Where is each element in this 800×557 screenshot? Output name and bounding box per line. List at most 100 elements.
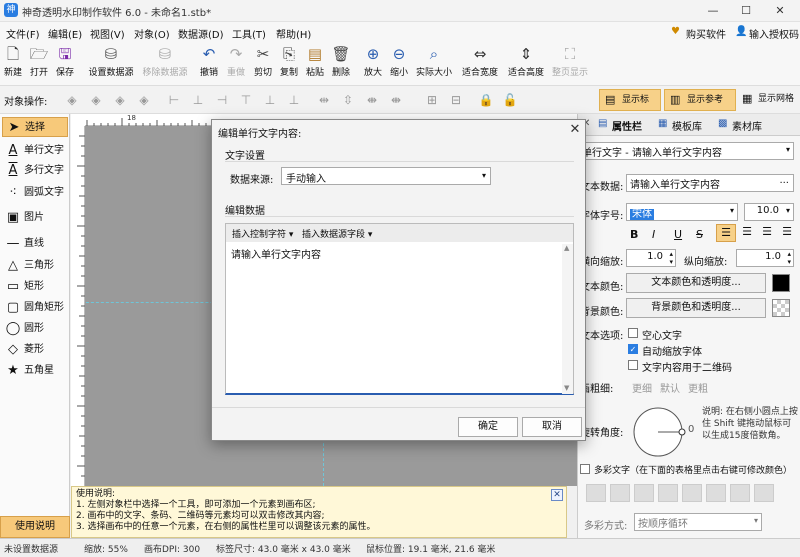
rotate-dial[interactable] [630,404,686,460]
tool-image[interactable]: ▣ 图片 [2,208,68,228]
enter-license-link[interactable]: 输入授权码 [749,26,799,41]
tab-templates[interactable]: 模板库 [672,118,702,133]
color-cell[interactable] [730,484,750,502]
vscale-input[interactable]: 1.0 ▴ ▾ [736,249,794,267]
align-bottom-icon[interactable]: ⊥ [286,92,302,108]
fit-width-button[interactable]: ⇔ 适合宽度 [459,44,501,84]
color-cell[interactable] [610,484,630,502]
align-left-icon[interactable]: ⊢ [166,92,182,108]
zoom-in-button[interactable]: ⊕ 放大 [362,44,384,84]
tab-properties[interactable]: 属性栏 [612,118,642,133]
tool-triangle[interactable]: △ 三角形 [2,256,68,276]
align-center-icon[interactable]: ⊥ [190,92,206,108]
menu-view[interactable]: 视图(V) [90,26,125,41]
tool-star[interactable]: ★ 五角星 [2,361,68,381]
text-color-button[interactable]: 文本颜色和透明度... [626,273,766,293]
tool-arc-text[interactable]: ⁖ 圆弧文字 [2,183,68,203]
tool-rectangle[interactable]: ▭ 矩形 [2,277,68,297]
layer-top-icon[interactable]: ◈ [64,92,80,108]
color-cell[interactable] [682,484,702,502]
color-cell[interactable] [658,484,678,502]
copy-button[interactable]: ⎘ 复制 [278,44,300,84]
align-right-icon[interactable]: ⊣ [214,92,230,108]
tab-materials[interactable]: 素材库 [732,118,762,133]
align-text-justify-icon[interactable]: ☰ [778,224,796,242]
weight-default[interactable]: 默认 [660,380,680,395]
color-cell[interactable] [706,484,726,502]
align-top-icon[interactable]: ⊤ [238,92,254,108]
insert-control-char-button[interactable]: 插入控制字符 ▾ [232,227,293,240]
dialog-close-button[interactable]: ✕ [566,121,584,139]
text-data-field[interactable]: 请输入单行文字内容... [626,174,794,192]
tool-rounded-rectangle[interactable]: ▢ 圆角矩形 [2,298,68,318]
color-cell[interactable] [586,484,606,502]
show-guides-button[interactable]: ▥显示参考线 [664,89,736,125]
bg-color-button[interactable]: 背景颜色和透明度... [626,298,766,318]
weight-thinner[interactable]: 更细 [632,380,652,395]
text-content[interactable]: 请输入单行文字内容 [231,246,321,261]
layer-bottom-icon[interactable]: ◈ [136,92,152,108]
cancel-button[interactable]: 取消 [522,417,582,437]
menu-file[interactable]: 文件(F) [6,26,40,41]
scroll-up-icon[interactable]: ▲ [564,244,569,252]
distribute-v-icon[interactable]: ⇼ [388,92,404,108]
multicolor-checkbox[interactable] [580,464,590,474]
tool-circle[interactable]: ◯ 圆形 [2,319,68,339]
undo-button[interactable]: ↶ 撤销 [198,44,220,84]
same-width-icon[interactable]: ⇹ [316,92,332,108]
text-color-swatch[interactable] [772,274,790,292]
bold-button[interactable]: B [630,228,638,241]
delete-button[interactable]: 🗑 删除 [330,44,352,84]
save-button[interactable]: 🖫 保存 [54,44,76,84]
font-family-select[interactable]: 宋体 ▾ [626,203,738,221]
align-text-center-icon[interactable]: ☰ [738,224,756,242]
scroll-down-icon[interactable]: ▼ [564,384,569,392]
strikethrough-button[interactable]: S [696,228,703,241]
menu-edit[interactable]: 编辑(E) [48,26,82,41]
ungroup-icon[interactable]: ⊟ [448,92,464,108]
cut-button[interactable]: ✂ 剪切 [252,44,274,84]
show-grid-button[interactable]: ▦ 显示网格 [740,89,794,111]
object-selector[interactable]: 单行文字 - 请输入单行文字内容 ▾ [578,142,794,160]
qr-content-checkbox[interactable] [628,360,638,370]
auto-scale-checkbox[interactable]: ✓ [628,344,638,354]
full-page-button[interactable]: ⛶ 整页显示 [549,44,591,84]
menu-help[interactable]: 帮助(H) [276,26,311,41]
group-icon[interactable]: ⊞ [424,92,440,108]
align-middle-icon[interactable]: ⊥ [262,92,278,108]
italic-button[interactable]: I [652,228,655,241]
layer-down-icon[interactable]: ◈ [112,92,128,108]
new-button[interactable]: 🗋 新建 [2,44,24,84]
text-scrollbar[interactable]: ▲ ▼ [562,244,573,394]
data-source-select[interactable]: 手动输入 ▾ [281,167,491,185]
show-ruler-button[interactable]: ▤显示标尺 [599,89,661,125]
usage-help-button[interactable]: 使用说明 [0,516,70,538]
remove-datasource-button[interactable]: ⛁ 移除数据源 [140,44,190,84]
set-datasource-button[interactable]: ⛁ 设置数据源 [86,44,136,84]
tool-multi-line-text[interactable]: A 多行文字 [2,161,68,181]
align-text-right-icon[interactable]: ☰ [758,224,776,242]
close-notes-button[interactable]: ✕ [551,489,563,501]
underline-button[interactable]: U [674,228,682,241]
lock-icon[interactable]: 🔒 [478,92,494,108]
ok-button[interactable]: 确定 [458,417,518,437]
text-edit-area[interactable]: 插入控制字符 ▾ 插入数据源字段 ▾ 请输入单行文字内容 ▲ ▼ [225,223,574,395]
zoom-out-button[interactable]: ⊖ 缩小 [388,44,410,84]
color-cell[interactable] [754,484,774,502]
hscale-input[interactable]: 1.0 ▴ ▾ [626,249,676,267]
layer-up-icon[interactable]: ◈ [88,92,104,108]
align-text-left-icon[interactable]: ☰ [716,224,736,242]
minimize-button[interactable]: — [700,2,726,20]
open-button[interactable]: 🗁 打开 [28,44,50,84]
text-data-browse-button[interactable]: ... [779,175,789,186]
actual-size-button[interactable]: ⌕ 实际大小 [413,44,455,84]
color-cell[interactable] [634,484,654,502]
insert-field-button[interactable]: 插入数据源字段 ▾ [302,227,372,240]
bg-color-swatch[interactable] [772,299,790,317]
menu-object[interactable]: 对象(O) [134,26,170,41]
tool-select[interactable]: ➤ 选择 [2,117,68,137]
menu-tools[interactable]: 工具(T) [232,26,266,41]
tool-diamond[interactable]: ◇ 菱形 [2,340,68,360]
unlock-icon[interactable]: 🔓 [502,92,518,108]
hollow-text-checkbox[interactable] [628,328,638,338]
